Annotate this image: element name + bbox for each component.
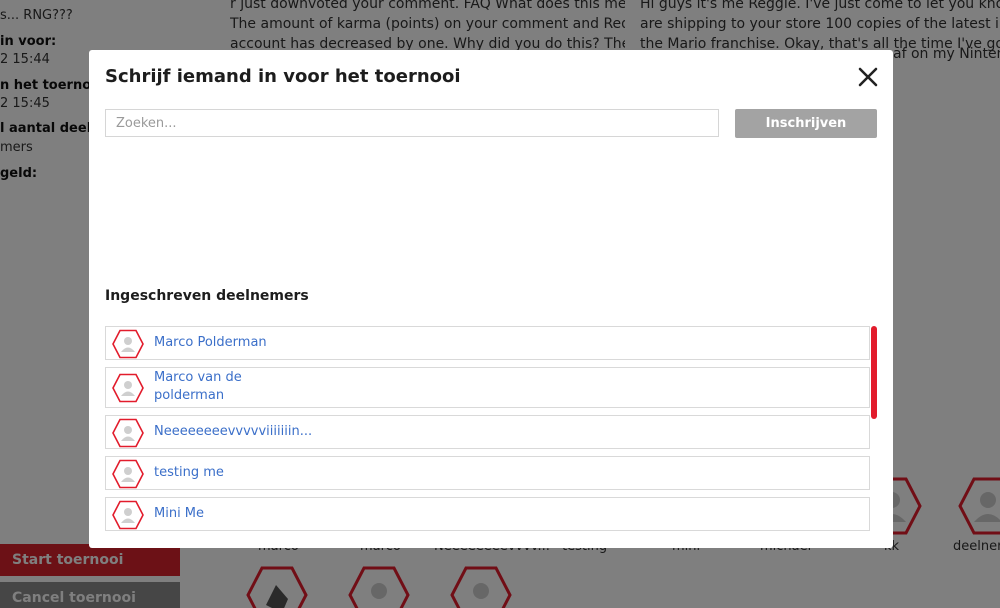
search-input[interactable]: [105, 109, 719, 137]
hexagon-avatar-icon: [112, 418, 144, 448]
participant-name[interactable]: testing me: [154, 464, 224, 482]
modal-title: Schrijf iemand in voor het toernooi: [105, 66, 461, 87]
participant-list-item[interactable]: Marco van de polderman: [105, 367, 870, 408]
hexagon-avatar-icon: [112, 459, 144, 489]
close-icon[interactable]: [857, 66, 879, 88]
list-scrollbar[interactable]: [871, 326, 877, 532]
participant-name[interactable]: Marco Polderman: [154, 334, 267, 352]
close-button[interactable]: [857, 66, 879, 88]
enroll-participant-modal: Schrijf iemand in voor het toernooi Insc…: [89, 50, 893, 548]
participant-list-item[interactable]: Marco Polderman: [105, 326, 870, 360]
participant-list-item[interactable]: Mini Me: [105, 497, 870, 531]
participant-name[interactable]: Marco van de polderman: [154, 369, 264, 405]
scrollbar-thumb[interactable]: [871, 326, 877, 419]
participant-list[interactable]: Marco Polderman Marco van de polderman N…: [105, 326, 877, 532]
enroll-button[interactable]: Inschrijven: [735, 109, 877, 138]
participant-name[interactable]: Mini Me: [154, 505, 204, 523]
participant-list-item[interactable]: testing me: [105, 456, 870, 490]
hexagon-avatar-icon: [112, 329, 144, 359]
hexagon-avatar-icon: [112, 500, 144, 530]
hexagon-avatar-icon: [112, 373, 144, 403]
enrolled-participants-heading: Ingeschreven deelnemers: [105, 288, 309, 304]
participant-name[interactable]: Neeeeeeeevvvvviiiiiiin...: [154, 423, 312, 441]
participant-list-item[interactable]: Neeeeeeeevvvvviiiiiiin...: [105, 415, 870, 449]
